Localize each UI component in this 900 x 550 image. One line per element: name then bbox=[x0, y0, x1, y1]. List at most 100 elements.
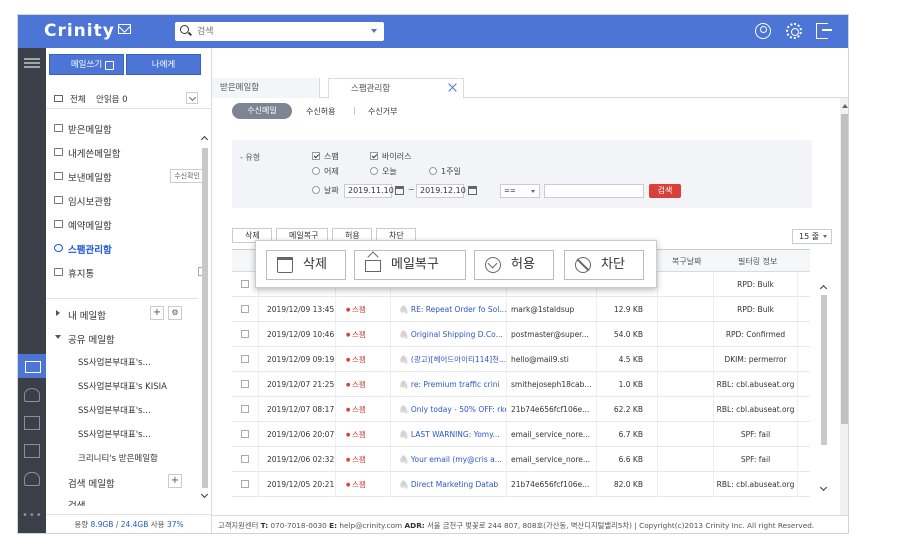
table-row[interactable]: 2019/12/06 02:32 스팸 🖇 Your email (my@cris … bbox=[232, 447, 810, 472]
week-radio[interactable] bbox=[429, 167, 437, 175]
board-icon[interactable] bbox=[24, 444, 40, 458]
spam-checkbox[interactable] bbox=[312, 152, 320, 160]
write-mail-button[interactable]: 메일쓰기 bbox=[49, 54, 124, 75]
tree-shared-mail[interactable]: 공유 메일함 bbox=[46, 326, 198, 348]
sidebar-item-inbox[interactable]: 받은메일함 bbox=[46, 116, 198, 140]
cell-value[interactable]: re: Premium traffic crini bbox=[411, 380, 500, 389]
tab-spam-manager[interactable]: 스팸관리함 bbox=[328, 78, 464, 99]
callout-delete-button[interactable]: 삭제 bbox=[266, 250, 346, 280]
sidebar-item-trash[interactable]: 휴지통 bbox=[46, 260, 206, 284]
gear-icon[interactable] bbox=[786, 23, 802, 39]
close-icon[interactable] bbox=[448, 83, 457, 92]
cell-value[interactable]: Only today - 50% OFF: rke... bbox=[411, 405, 506, 414]
shared-mailbox-item[interactable]: SS사업본부대표's... bbox=[46, 350, 198, 374]
row-checkbox[interactable] bbox=[241, 280, 249, 288]
shared-mailbox-item[interactable]: SS사업본부대표's... bbox=[46, 422, 198, 446]
calendar-icon[interactable] bbox=[395, 186, 404, 195]
date-radio[interactable] bbox=[312, 186, 320, 194]
table-row[interactable]: 2019/12/09 09:19 스팸 🖇 (광고)[헤어드아이티114]천... h… bbox=[232, 347, 810, 372]
scroll-down-icon[interactable] bbox=[819, 483, 828, 492]
header-filter-info[interactable]: 필터링 정보 bbox=[738, 256, 777, 267]
bell-icon[interactable] bbox=[24, 472, 40, 486]
row-checkbox[interactable] bbox=[241, 430, 249, 438]
footer-email[interactable]: help@crinity.com bbox=[339, 521, 402, 530]
cell-value[interactable]: LAST WARNING: Yomy... bbox=[411, 430, 500, 439]
sidebar-item-scheduled[interactable]: 예약메일함 bbox=[46, 212, 198, 236]
scroll-up-icon[interactable] bbox=[200, 135, 209, 144]
logout-icon[interactable] bbox=[816, 23, 832, 39]
tab-inbox[interactable]: 받은메일함 bbox=[212, 78, 320, 98]
row-checkbox[interactable] bbox=[241, 380, 249, 388]
tree-my-mail[interactable]: 내 메일함 + ⚙ bbox=[46, 302, 198, 324]
subtab-received[interactable]: 수신메일 bbox=[232, 103, 292, 119]
virus-checkbox[interactable] bbox=[370, 152, 378, 160]
cell-value[interactable]: Direct Marketing Datab bbox=[411, 480, 498, 489]
search-input[interactable] bbox=[197, 24, 347, 39]
sidebar-item-self-sent[interactable]: 내게쓴메일함 bbox=[46, 140, 198, 164]
table-row[interactable]: 2019/12/09 13:45 스팸 🖇 RE: Repeat Order fo … bbox=[232, 297, 810, 322]
rows-per-page-select[interactable]: 15 줄 bbox=[792, 229, 832, 244]
scroll-thumb[interactable] bbox=[821, 295, 827, 445]
row-checkbox[interactable] bbox=[241, 405, 249, 413]
tree-cutoff-item[interactable]: 검색 bbox=[46, 492, 198, 506]
caret-right-icon[interactable] bbox=[56, 310, 60, 316]
user-icon[interactable] bbox=[755, 23, 771, 39]
callout-allow-button[interactable]: 허용 bbox=[474, 250, 554, 280]
scroll-thumb[interactable] bbox=[202, 148, 208, 488]
tree-search-mail[interactable]: 검색 메일함 + bbox=[46, 470, 198, 492]
date-from-input[interactable]: 2019.11.10 bbox=[344, 184, 394, 198]
sidebar-item-drafts[interactable]: 임시보관함 bbox=[46, 188, 198, 212]
table-row[interactable]: 2019/12/07 08:17 스팸 🖇 Only today - 50% OFF… bbox=[232, 397, 810, 422]
menu-icon[interactable] bbox=[24, 58, 40, 68]
contacts-icon[interactable] bbox=[24, 388, 40, 402]
table-row[interactable]: 2019/12/05 20:21 스팸 🖇 Direct Marketing Dat… bbox=[232, 472, 810, 497]
yesterday-radio[interactable] bbox=[312, 167, 320, 175]
sidebar-item-sent[interactable]: 보낸메일함 수신확인 bbox=[46, 164, 204, 188]
shared-mailbox-item[interactable]: 크리니티's 받은메일함 bbox=[46, 446, 198, 470]
mail-icon[interactable] bbox=[18, 354, 46, 378]
search-icon[interactable] bbox=[180, 25, 189, 34]
row-checkbox[interactable] bbox=[241, 330, 249, 338]
folder-settings-button[interactable]: ⚙ bbox=[168, 306, 182, 320]
table-row[interactable]: 2019/12/09 10:46 스팸 🖇 Original Shipping D.… bbox=[232, 322, 810, 347]
calendar-icon[interactable] bbox=[468, 186, 477, 195]
cell-value[interactable]: Your email (my@cris a... bbox=[411, 455, 502, 464]
table-row[interactable]: 2019/12/06 20:07 스팸 🖇 LAST WARNING: Yomy..… bbox=[232, 422, 810, 447]
callout-block-button[interactable]: 차단 bbox=[564, 250, 644, 280]
today-radio[interactable] bbox=[370, 167, 378, 175]
add-search-folder-button[interactable]: + bbox=[168, 474, 182, 488]
cell-value[interactable]: RE: Repeat Order fo Sol... bbox=[411, 305, 506, 314]
row-checkbox[interactable] bbox=[241, 355, 249, 363]
expand-toggle[interactable] bbox=[186, 92, 198, 104]
filter-search-button[interactable]: 검색 bbox=[649, 184, 681, 198]
sidebar-scrollbar[interactable] bbox=[200, 132, 210, 508]
scroll-down-icon[interactable] bbox=[200, 490, 209, 499]
row-checkbox[interactable] bbox=[241, 480, 249, 488]
shared-mailbox-item[interactable]: SS사업본부대표's KISIA bbox=[46, 374, 198, 398]
subtab-allowed[interactable]: 수신허용 bbox=[306, 106, 335, 117]
search-box[interactable] bbox=[175, 22, 384, 41]
more-icon[interactable]: ••• bbox=[22, 510, 42, 524]
all-mail-row[interactable]: 전체 안읽음 0 bbox=[46, 87, 212, 109]
scroll-up-icon[interactable] bbox=[819, 284, 828, 293]
caret-down-icon[interactable] bbox=[55, 335, 61, 339]
row-checkbox[interactable] bbox=[241, 455, 249, 463]
match-operator-select[interactable]: == bbox=[500, 184, 540, 198]
grid-scrollbar[interactable] bbox=[819, 283, 828, 523]
filter-query-input[interactable] bbox=[544, 184, 644, 198]
scroll-up-icon[interactable] bbox=[842, 104, 848, 108]
chevron-down-icon[interactable] bbox=[371, 29, 377, 33]
calendar-icon[interactable] bbox=[24, 416, 40, 430]
write-to-self-button[interactable]: 나에게 bbox=[126, 54, 201, 75]
cell-value[interactable]: Original Shipping D.Co... bbox=[411, 330, 503, 339]
subtab-denied[interactable]: 수신거부 bbox=[368, 106, 397, 117]
sidebar-item-spam[interactable]: 스팸관리함 bbox=[46, 236, 198, 260]
scroll-thumb[interactable] bbox=[841, 114, 848, 424]
cell-value[interactable]: (광고)[헤어드아이티114]천... bbox=[411, 355, 506, 364]
shared-mailbox-item[interactable]: SS사업본부대표's... bbox=[46, 398, 198, 422]
row-checkbox[interactable] bbox=[241, 305, 249, 313]
app-logo[interactable]: Crinity bbox=[44, 21, 115, 41]
callout-restore-button[interactable]: 메일복구 bbox=[354, 250, 466, 280]
date-to-input[interactable]: 2019.12.10 bbox=[416, 184, 466, 198]
table-row[interactable]: 2019/12/07 21:25 스팸 🖇 re: Premium traffic … bbox=[232, 372, 810, 397]
